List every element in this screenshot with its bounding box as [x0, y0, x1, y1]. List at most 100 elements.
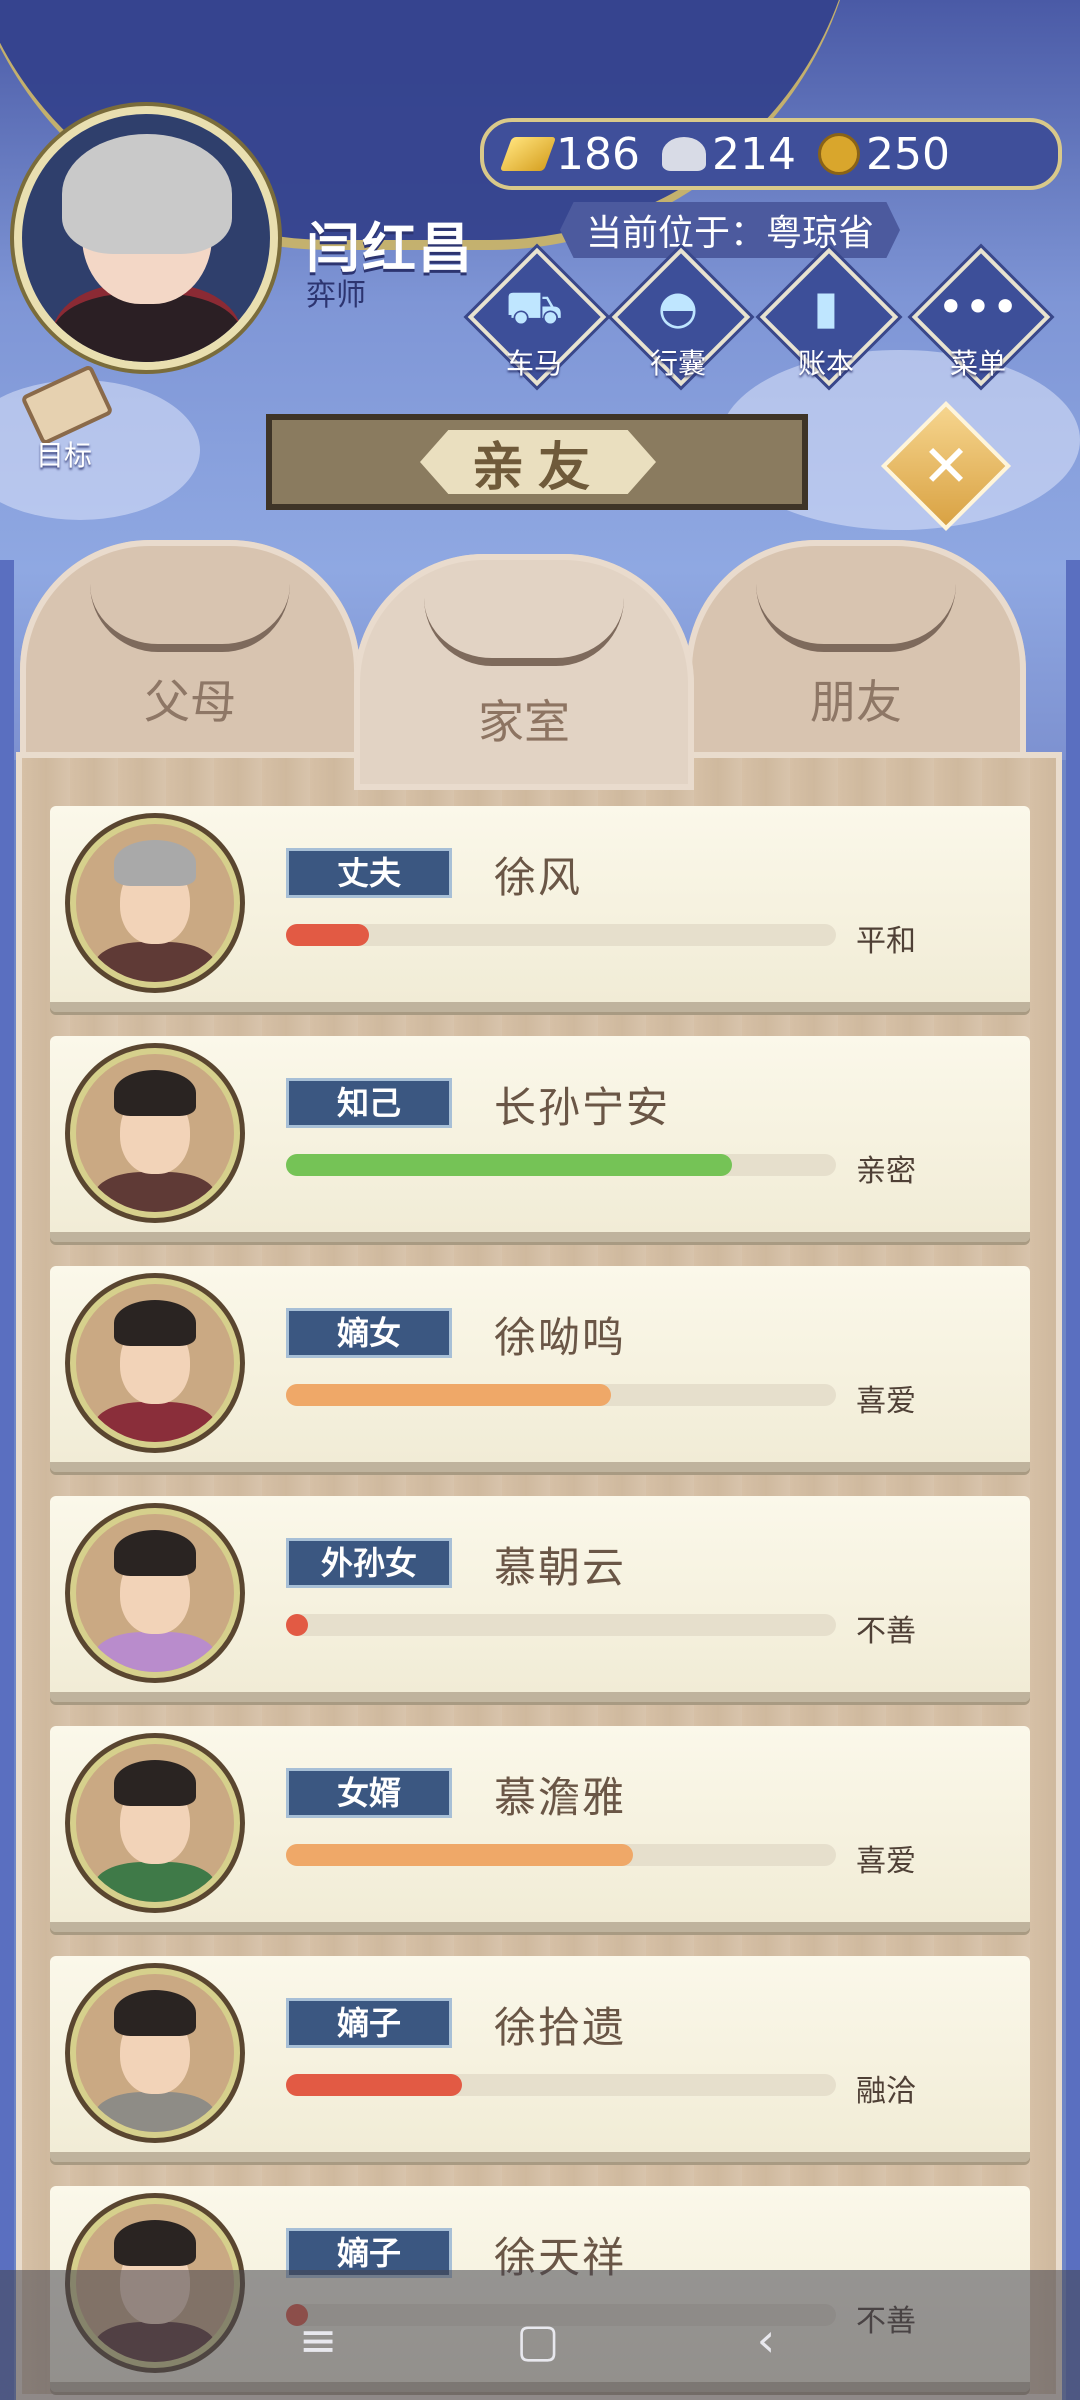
affection-bar [286, 1614, 836, 1636]
relative-name: 慕澹雅 [494, 1773, 627, 1822]
relation-tag: 丈夫 [286, 848, 452, 898]
relation-status: 融洽 [856, 2074, 916, 2109]
affection-fill [286, 1384, 611, 1406]
relative-name: 徐风 [494, 853, 583, 902]
avatar-hair [114, 840, 196, 886]
ledger-label: 账本 [797, 347, 854, 380]
carriage-button[interactable]: ⛟ 车马 [467, 247, 607, 387]
tab-friends[interactable]: 朋友 [686, 540, 1026, 760]
relative-name: 徐呦鸣 [494, 1313, 627, 1362]
relation-tag: 女婿 [286, 1768, 452, 1818]
home-button[interactable]: ▢ [508, 2310, 568, 2370]
relation-status: 平和 [856, 924, 916, 959]
relation-status: 亲密 [856, 1154, 916, 1189]
gold-ingot-icon [499, 137, 557, 171]
affection-fill [286, 924, 369, 946]
relative-avatar [70, 1968, 240, 2138]
relative-avatar [70, 1048, 240, 1218]
affection-fill [286, 1844, 633, 1866]
recent-apps-button[interactable]: ≡ [288, 2310, 348, 2370]
menu-button[interactable]: ••• 菜单 [911, 247, 1051, 387]
tab-family[interactable]: 家室 [354, 554, 694, 790]
relation-tag: 嫡女 [286, 1308, 452, 1358]
avatar-hair [114, 1760, 196, 1806]
tab-family-label: 家室 [478, 695, 570, 749]
left-rail-decoration [0, 560, 14, 2400]
avatar-hair [114, 1070, 196, 1116]
bag-label: 行囊 [649, 347, 706, 380]
relative-avatar [70, 1508, 240, 1678]
ledger-button[interactable]: ▮ 账本 [759, 247, 899, 387]
relation-tag: 嫡子 [286, 1998, 452, 2048]
affection-fill [286, 1614, 308, 1636]
silver-ingot-icon [661, 137, 706, 171]
avatar-body [94, 2092, 216, 2132]
player-avatar[interactable] [14, 106, 278, 370]
relation-tag: 知己 [286, 1078, 452, 1128]
avatar-body [94, 1402, 216, 1442]
avatar-hair [114, 2220, 196, 2266]
currency-bar: 186 214 250 [480, 118, 1062, 190]
bag-button[interactable]: ◓ 行囊 [611, 247, 751, 387]
carriage-label: 车马 [505, 347, 562, 380]
affection-fill [286, 2074, 462, 2096]
relative-name: 慕朝云 [494, 1543, 627, 1592]
goal-button[interactable]: 目标 [16, 364, 114, 472]
ledger-icon: ▮ [813, 280, 839, 334]
avatar-body [94, 942, 216, 982]
affection-fill [286, 1154, 732, 1176]
tab-parents[interactable]: 父母 [20, 540, 360, 760]
avatar-hair [62, 134, 232, 254]
gold-item: 186 [499, 128, 640, 180]
relative-card[interactable]: 女婿 慕澹雅 喜爱 [50, 1726, 1030, 1932]
cloud-swirl-icon [424, 598, 624, 666]
relative-card[interactable]: 外孙女 慕朝云 不善 [50, 1496, 1030, 1702]
tab-parents-label: 父母 [144, 675, 236, 729]
page-title: 亲友 [420, 430, 656, 494]
back-button[interactable]: ‹ [736, 2310, 796, 2370]
relative-card[interactable]: 嫡子 徐拾遗 融洽 [50, 1956, 1030, 2162]
silver-amount: 214 [711, 128, 796, 180]
relative-card[interactable]: 丈夫 徐风 平和 [50, 806, 1030, 1012]
relative-name: 徐拾遗 [494, 2003, 627, 2052]
goal-label: 目标 [35, 439, 92, 472]
system-nav-bar: ≡ ▢ ‹ [0, 2270, 1080, 2400]
menu-label: 菜单 [949, 347, 1006, 380]
avatar-hair [114, 1530, 196, 1576]
close-icon: ✕ [921, 432, 971, 500]
player-title: 弈师 [306, 278, 366, 313]
relation-tag: 外孙女 [286, 1538, 452, 1588]
relative-name: 长孙宁安 [494, 1083, 671, 1132]
bag-icon: ◓ [657, 280, 699, 334]
right-rail-decoration [1066, 560, 1080, 2400]
affection-bar [286, 1844, 836, 1866]
avatar-body [94, 1172, 216, 1212]
avatar-body [94, 1632, 216, 1672]
cloud-swirl-icon [756, 584, 956, 652]
relative-card[interactable]: 知己 长孙宁安 亲密 [50, 1036, 1030, 1242]
avatar-body [94, 1862, 216, 1902]
carriage-icon: ⛟ [505, 280, 563, 334]
affection-bar [286, 2074, 836, 2096]
relative-avatar [70, 818, 240, 988]
menu-dots-icon: ••• [937, 280, 1019, 334]
silver-item: 214 [661, 128, 796, 180]
relative-avatar [70, 1738, 240, 1908]
title-plate: 亲友 [266, 414, 808, 510]
affection-bar [286, 924, 836, 946]
tab-friends-label: 朋友 [810, 675, 902, 729]
cloud-swirl-icon [90, 584, 290, 652]
relative-avatar [70, 1278, 240, 1448]
relative-card[interactable]: 嫡女 徐呦鸣 喜爱 [50, 1266, 1030, 1472]
gold-amount: 186 [556, 128, 640, 180]
relation-status: 不善 [856, 1614, 916, 1649]
relation-status: 喜爱 [856, 1384, 916, 1419]
affection-bar [286, 1384, 836, 1406]
relation-status: 喜爱 [856, 1844, 916, 1879]
avatar-hair [114, 1300, 196, 1346]
avatar-hair [114, 1990, 196, 2036]
coin-item: 250 [817, 128, 950, 180]
location-label: 当前位于：粤琼省 [560, 202, 900, 258]
coin-amount: 250 [865, 128, 950, 180]
affection-bar [286, 1154, 836, 1176]
